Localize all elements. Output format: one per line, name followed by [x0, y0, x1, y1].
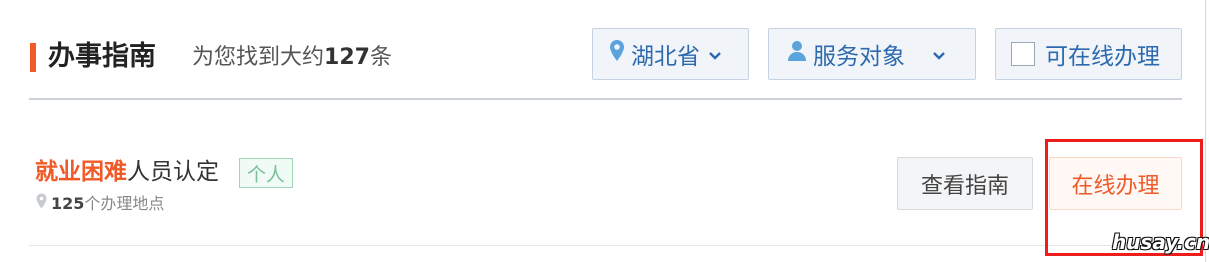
- result-summary: 为您找到大约127条: [192, 42, 392, 74]
- service-title-highlight: 就业困难: [35, 159, 127, 185]
- chevron-down-icon: [708, 41, 722, 67]
- right-edge-divider: [1205, 0, 1206, 262]
- province-filter-dropdown[interactable]: 湖北省: [592, 28, 749, 80]
- watermark-text: husay.cn: [1112, 230, 1209, 254]
- service-title-rest: 人员认定: [127, 159, 219, 185]
- location-suffix: 个办理地点: [84, 193, 165, 213]
- audience-tag: 个人: [239, 158, 294, 188]
- location-pin-icon: [609, 39, 625, 69]
- title-accent-bar: [30, 43, 36, 72]
- online-only-label: 可在线办理: [1045, 44, 1160, 70]
- result-suffix: 条: [369, 45, 392, 70]
- result-count: 127: [324, 45, 370, 70]
- location-info: 125 个办理地点: [36, 193, 164, 214]
- section-title: 办事指南: [48, 41, 156, 72]
- audience-filter-dropdown[interactable]: 服务对象: [768, 28, 976, 80]
- result-prefix: 为您找到大约: [192, 45, 325, 70]
- person-icon: [787, 40, 807, 68]
- online-only-checkbox[interactable]: [1011, 42, 1035, 66]
- service-item-title[interactable]: 就业困难人员认定: [35, 156, 219, 188]
- province-filter-label: 湖北省: [631, 44, 700, 70]
- item-divider: [29, 245, 1182, 246]
- audience-filter-label: 服务对象: [813, 44, 905, 70]
- location-pin-icon: [36, 193, 47, 214]
- online-only-toggle[interactable]: 可在线办理: [995, 28, 1182, 80]
- location-count: 125: [51, 193, 85, 213]
- header-divider: [29, 98, 1182, 100]
- chevron-down-icon: [932, 41, 946, 67]
- view-guide-button[interactable]: 查看指南: [897, 157, 1033, 210]
